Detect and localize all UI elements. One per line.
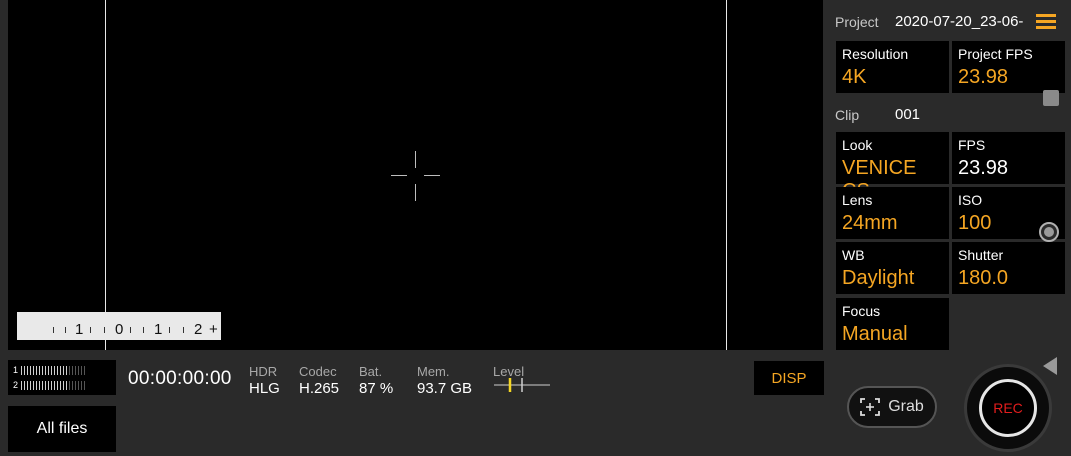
focus-value: Manual bbox=[842, 323, 908, 345]
ev-label-minus1: 1 bbox=[75, 321, 84, 338]
wb-value: Daylight bbox=[842, 267, 915, 289]
look-cell[interactable]: Look VENICE CS bbox=[836, 132, 949, 202]
project-name[interactable]: 2020-07-20_23-06- bbox=[895, 13, 1023, 30]
iso-value: 100 bbox=[958, 212, 992, 234]
wb-label: WB bbox=[842, 247, 865, 263]
level-gauge bbox=[494, 378, 550, 392]
audio-channel-2-label: 2 bbox=[13, 380, 19, 390]
battery-value: 87 % bbox=[359, 380, 394, 397]
audio-channel-1-label: 1 bbox=[13, 365, 19, 375]
all-files-button[interactable]: All files bbox=[8, 406, 116, 452]
timecode: 00:00:00:00 bbox=[128, 368, 232, 389]
ev-label-plus: + bbox=[209, 321, 218, 338]
grab-icon bbox=[860, 398, 881, 416]
lens-value: 24mm bbox=[842, 212, 898, 234]
exposure-scale: 1 0 1 2 + bbox=[17, 312, 221, 340]
lens-label: Lens bbox=[842, 192, 873, 208]
project-fps-cell[interactable]: Project FPS 23.98 bbox=[952, 41, 1065, 93]
viewfinder[interactable] bbox=[8, 0, 823, 350]
grab-label: Grab bbox=[888, 398, 924, 415]
resolution-value: 4K bbox=[842, 66, 867, 88]
fps-cell[interactable]: FPS 23.98 bbox=[952, 132, 1065, 184]
clip-value: 001 bbox=[895, 106, 921, 123]
scroll-handle-square[interactable] bbox=[1043, 90, 1059, 106]
battery-label: Bat. bbox=[359, 364, 383, 379]
menu-icon[interactable] bbox=[1036, 14, 1056, 29]
shutter-label: Shutter bbox=[958, 247, 1004, 263]
codec-label: Codec bbox=[299, 364, 337, 379]
project-fps-value: 23.98 bbox=[958, 66, 1009, 88]
scroll-handle-circle[interactable] bbox=[1039, 222, 1059, 242]
audio-meter: 1 2 bbox=[8, 360, 116, 395]
shutter-value: 180.0 bbox=[958, 267, 1009, 289]
clip-label: Clip bbox=[835, 107, 860, 123]
record-label: REC bbox=[993, 400, 1023, 416]
ev-label-2: 2 bbox=[194, 321, 203, 338]
frame-guide-left bbox=[105, 0, 106, 350]
frame-guide-right bbox=[726, 0, 727, 350]
memory-label: Mem. bbox=[417, 364, 450, 379]
audio-channel-1-bars bbox=[21, 365, 86, 375]
disp-button[interactable]: DISP bbox=[754, 361, 824, 395]
codec-value: H.265 bbox=[299, 380, 340, 397]
project-label: Project bbox=[835, 14, 879, 30]
resolution-cell[interactable]: Resolution 4K bbox=[836, 41, 949, 93]
focus-label: Focus bbox=[842, 303, 881, 319]
wb-cell[interactable]: WB Daylight bbox=[836, 242, 949, 294]
grab-button[interactable]: Grab bbox=[847, 386, 937, 428]
project-fps-label: Project FPS bbox=[958, 46, 1033, 62]
iso-label: ISO bbox=[958, 192, 983, 208]
lens-cell[interactable]: Lens 24mm bbox=[836, 187, 949, 239]
audio-channel-2-bars bbox=[21, 380, 86, 390]
focus-cell[interactable]: Focus Manual bbox=[836, 298, 949, 350]
record-button[interactable]: REC bbox=[964, 364, 1052, 452]
hdr-label: HDR bbox=[249, 364, 278, 379]
memory-value: 93.7 GB bbox=[417, 380, 473, 397]
record-icon: REC bbox=[979, 379, 1037, 437]
hdr-value: HLG bbox=[249, 380, 280, 397]
resolution-label: Resolution bbox=[842, 46, 909, 62]
collapse-arrow-icon[interactable] bbox=[1043, 357, 1057, 375]
fps-value: 23.98 bbox=[958, 157, 1009, 179]
fps-label: FPS bbox=[958, 137, 986, 153]
ev-label-1: 1 bbox=[154, 321, 163, 338]
look-label: Look bbox=[842, 137, 873, 153]
shutter-cell[interactable]: Shutter 180.0 bbox=[952, 242, 1065, 294]
ev-label-0: 0 bbox=[115, 321, 124, 338]
